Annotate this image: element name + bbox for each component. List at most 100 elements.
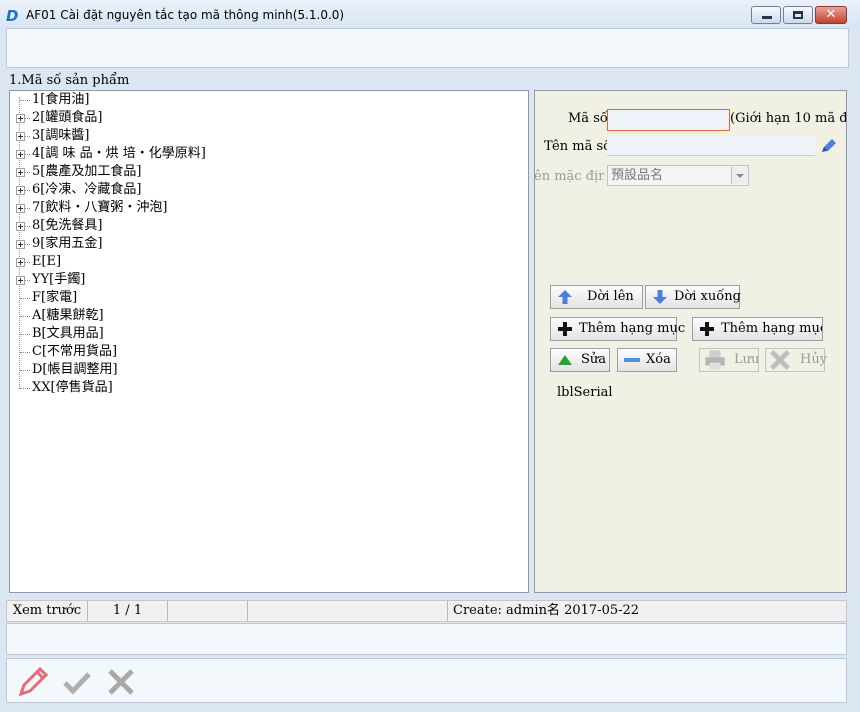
pencil-icon[interactable] [17, 666, 49, 698]
minimize-icon [762, 16, 772, 19]
minus-icon [624, 358, 640, 362]
tree-item[interactable]: C[不常用貨品] [10, 343, 510, 361]
tree-connector [25, 172, 30, 173]
tree-connector [25, 118, 30, 119]
chevron-down-icon [731, 167, 747, 184]
arrow-down-icon [653, 290, 667, 304]
cancel-x-icon[interactable] [105, 666, 137, 698]
tree-item[interactable]: 7[飲料・八寶粥・沖泡] [10, 199, 510, 217]
printer-icon [705, 350, 725, 370]
add-child-item-label: Thêm hạng mục co [721, 321, 822, 336]
tree-connector [20, 334, 30, 335]
status-cell-4 [248, 601, 448, 621]
tree-item[interactable]: 5[農產及加工食品] [10, 163, 510, 181]
window-title: AF01 Cài đặt nguyên tắc tạo mã thông min… [26, 8, 345, 22]
cancel-button[interactable]: Hủy [765, 348, 828, 372]
tree-item[interactable]: 8[免洗餐具] [10, 217, 510, 235]
move-up-button[interactable]: Dời lên [550, 285, 643, 309]
add-child-item-button[interactable]: Thêm hạng mục co [692, 317, 823, 341]
bottom-action-bar [6, 658, 847, 703]
tree-item[interactable]: 9[家用五金] [10, 235, 510, 253]
tree-item[interactable]: 1[食用油] [10, 91, 510, 109]
name-input[interactable] [607, 136, 815, 156]
delete-button[interactable]: Xóa [617, 348, 677, 372]
app-logo: D [6, 7, 19, 25]
tree-item[interactable]: 6[冷凍、冷藏食品] [10, 181, 510, 199]
tree-connector [25, 208, 30, 209]
tree-connector [20, 316, 30, 317]
maximize-button[interactable] [783, 6, 813, 24]
tree-item-label: 8[免洗餐具] [32, 218, 103, 233]
tree-item[interactable]: D[帳目調整用] [10, 361, 510, 379]
expand-icon[interactable] [16, 222, 25, 231]
tree-item-label: 7[飲料・八寶粥・沖泡] [32, 200, 168, 215]
code-input[interactable] [607, 109, 730, 131]
tree-item-label: C[不常用貨品] [32, 344, 118, 359]
name-label: Tên mã số [544, 139, 612, 154]
expand-icon[interactable] [16, 276, 25, 285]
expand-icon[interactable] [16, 114, 25, 123]
expand-icon[interactable] [16, 204, 25, 213]
tree-item-label: B[文具用品] [32, 326, 104, 341]
edit-button[interactable]: Sửa [550, 348, 610, 372]
tree-item[interactable]: A[糖果餅乾] [10, 307, 510, 325]
tree-item[interactable]: YY[手鐲] [10, 271, 510, 289]
save-label: Lưu [734, 352, 760, 367]
delete-label: Xóa [646, 352, 671, 367]
pick-pencil-icon[interactable] [820, 138, 838, 154]
default-name-value: 預設品名 [611, 168, 664, 183]
tree-item[interactable]: 3[調味醬] [10, 127, 510, 145]
tree-connector [20, 370, 30, 371]
arrow-up-icon [558, 290, 572, 304]
tree-item-label: XX[停售貨品] [32, 380, 113, 395]
cancel-label: Hủy [800, 352, 828, 367]
minimize-button[interactable] [751, 6, 781, 24]
move-down-button[interactable]: Dời xuống [645, 285, 741, 309]
expand-icon[interactable] [16, 168, 25, 177]
title-bar: D AF01 Cài đặt nguyên tắc tạo mã thông m… [0, 0, 860, 30]
save-button[interactable]: Lưu [699, 348, 759, 372]
triangle-up-icon [558, 355, 572, 365]
move-up-label: Dời lên [587, 289, 634, 304]
serial-label: lblSerial [557, 385, 613, 400]
expand-icon[interactable] [16, 240, 25, 249]
expand-icon[interactable] [16, 150, 25, 159]
tree-connector [25, 154, 30, 155]
tree-connector [20, 388, 30, 389]
tree-item[interactable]: 4[調 味 品・烘 培・化學原料] [10, 145, 510, 163]
tree-connector [25, 226, 30, 227]
tree-item-label: D[帳目調整用] [32, 362, 118, 377]
add-item-label: Thêm hạng mục [579, 321, 686, 336]
tree-item-label: YY[手鐲] [32, 272, 86, 287]
close-button[interactable]: ✕ [815, 6, 847, 24]
top-toolbar [6, 28, 849, 68]
tree-item[interactable]: B[文具用品] [10, 325, 510, 343]
tree-item-label: 3[調味醬] [32, 128, 90, 143]
product-code-tree[interactable]: 1[食用油] 2[罐頭食品] 3[調味醬] 4[調 味 品・烘 培・化學原料] 5[農產… [9, 90, 529, 593]
tree-connector [25, 262, 30, 263]
plus-icon [558, 322, 572, 336]
tree-item[interactable]: F[家電] [10, 289, 510, 307]
tree-connector [20, 100, 30, 101]
expand-icon[interactable] [16, 132, 25, 141]
code-label: Mã số [568, 111, 608, 126]
tree-item[interactable]: XX[停售貨品] [10, 379, 510, 397]
check-icon[interactable] [61, 666, 93, 698]
tree-connector [25, 190, 30, 191]
expand-icon[interactable] [16, 186, 25, 195]
tree-item-label: 2[罐頭食品] [32, 110, 103, 125]
tree-item[interactable]: 2[罐頭食品] [10, 109, 510, 127]
tree-item-label: 9[家用五金] [32, 236, 103, 251]
message-area [6, 623, 847, 655]
tree-connector [25, 244, 30, 245]
expand-icon[interactable] [16, 258, 25, 267]
tree-connector [20, 298, 30, 299]
tree-connector [25, 136, 30, 137]
preview-status[interactable]: Xem trước [7, 601, 88, 621]
tree-item-label: 5[農產及加工食品] [32, 164, 142, 179]
maximize-icon [793, 11, 803, 19]
tree-caption: 1.Mã số sản phẩm [9, 73, 130, 88]
default-name-select[interactable]: 預設品名 [607, 165, 749, 186]
tree-item[interactable]: E[E] [10, 253, 510, 271]
add-item-button[interactable]: Thêm hạng mục [550, 317, 685, 341]
